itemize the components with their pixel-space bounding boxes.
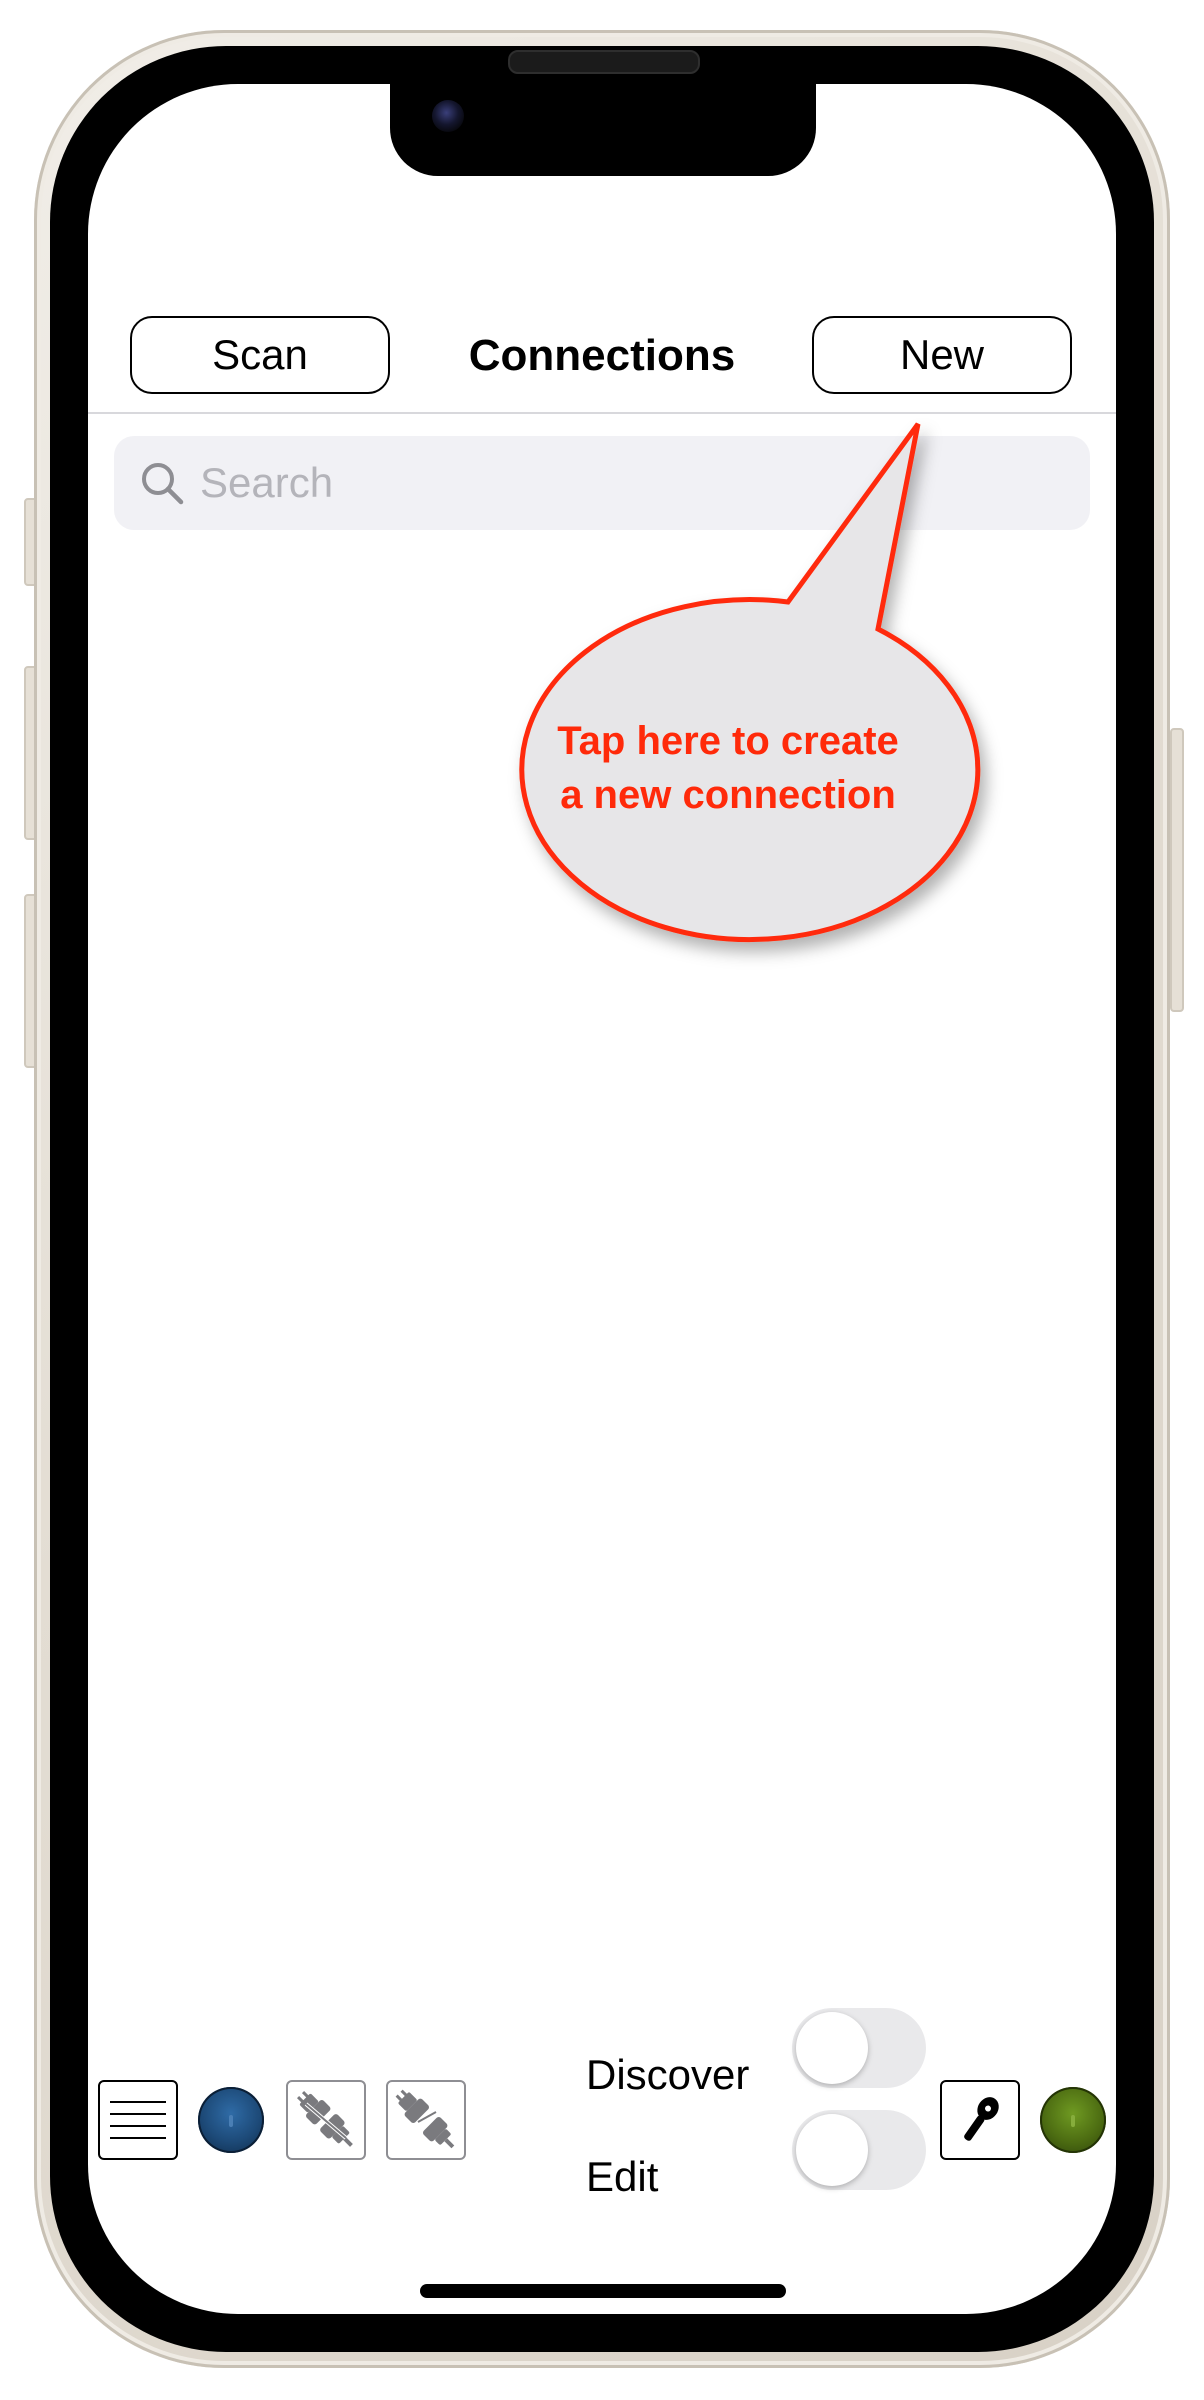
page: Scan Connections New Tap here to create … [0,0,1204,2400]
blue-status-indicator [198,2087,264,2153]
plug-disconnect-button[interactable] [386,2080,466,2160]
menu-icon [110,2101,166,2139]
callout-bubble [519,422,981,943]
plug-connect-icon [297,2091,353,2147]
nav-divider [88,412,1116,414]
search-bar[interactable] [114,436,1090,530]
plug-connect-button[interactable] [286,2080,366,2160]
microphone-icon [964,2097,999,2141]
edit-toggle-knob [796,2114,868,2186]
search-icon [142,463,184,505]
callout-line-1: Tap here to create [557,719,899,763]
front-camera [432,100,464,132]
discover-toggle[interactable] [792,2008,926,2088]
menu-button[interactable] [98,2080,178,2160]
screen: Scan Connections New Tap here to create … [88,84,1116,2314]
home-indicator[interactable] [420,2284,786,2298]
green-status-indicator [1040,2087,1106,2153]
callout-line-2: a new connection [560,773,896,817]
edit-toggle[interactable] [792,2110,926,2190]
callout-text: Tap here to create a new connection [518,714,938,822]
microphone-button[interactable] [940,2080,1020,2160]
search-input[interactable] [200,453,1060,513]
page-title: Connections [468,331,736,380]
discover-toggle-knob [796,2012,868,2084]
edit-label: Edit [586,2153,659,2200]
power-button [1170,728,1184,1012]
scan-button[interactable]: Scan [130,316,390,394]
plug-disconnect-icon [395,2089,455,2149]
new-button[interactable]: New [812,316,1072,394]
discover-label: Discover [586,2051,750,2098]
speaker-grille [508,50,700,74]
